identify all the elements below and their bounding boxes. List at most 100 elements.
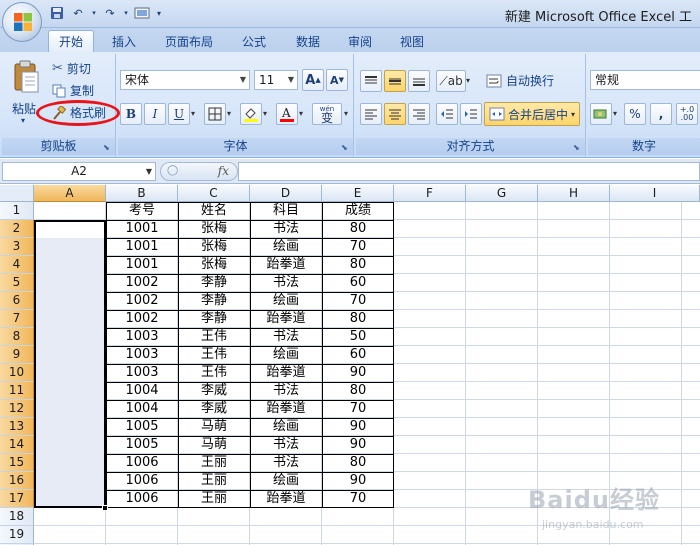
row-header-4[interactable]: 4 <box>0 256 34 274</box>
cell-b4[interactable]: 1001 <box>106 256 178 274</box>
cell-d3[interactable]: 绘画 <box>250 238 322 256</box>
copy-button[interactable]: 复制 <box>52 82 94 99</box>
phonetic-dropdown-icon[interactable]: ▾ <box>344 109 348 118</box>
undo-icon[interactable]: ↶ <box>69 4 87 22</box>
align-right-button[interactable] <box>408 103 430 125</box>
cell-d2[interactable]: 书法 <box>250 220 322 238</box>
save-icon[interactable] <box>48 4 66 22</box>
row-header-11[interactable]: 11 <box>0 382 34 400</box>
column-header-c[interactable]: C <box>178 185 250 202</box>
row-header-7[interactable]: 7 <box>0 310 34 328</box>
insert-function-button[interactable]: fx <box>218 164 229 178</box>
cell-c15[interactable]: 王丽 <box>178 454 250 472</box>
cell-b10[interactable]: 1003 <box>106 364 178 382</box>
cell-c17[interactable]: 王丽 <box>178 490 250 508</box>
cell-d8[interactable]: 书法 <box>250 328 322 346</box>
underline-dropdown-icon[interactable]: ▾ <box>191 109 195 118</box>
row-header-8[interactable]: 8 <box>0 328 34 346</box>
cell-d1[interactable]: 科目 <box>250 202 322 220</box>
office-button[interactable] <box>2 2 42 42</box>
merge-center-button[interactable]: 合并后居中 ▾ <box>484 102 581 126</box>
percent-style-button[interactable]: % <box>624 103 646 125</box>
row-header-9[interactable]: 9 <box>0 346 34 364</box>
grow-font-button[interactable]: A ▲ <box>302 69 324 91</box>
cell-d14[interactable]: 书法 <box>250 436 322 454</box>
resize-handle-icon[interactable]: ◯ <box>167 165 178 176</box>
name-box[interactable]: A2 ▼ <box>2 162 156 181</box>
cell-b17[interactable]: 1006 <box>106 490 178 508</box>
undo-dropdown-icon[interactable]: ▾ <box>90 4 98 22</box>
fill-color-button[interactable] <box>240 103 262 125</box>
cell-b11[interactable]: 1004 <box>106 382 178 400</box>
increase-decimal-button[interactable]: +.0 .00 <box>676 103 698 125</box>
column-header-f[interactable]: F <box>394 185 466 202</box>
column-header-g[interactable]: G <box>466 185 538 202</box>
alignment-launcher-icon[interactable]: ⬊ <box>573 143 582 152</box>
shrink-font-button[interactable]: A ▼ <box>326 69 348 91</box>
cell-c1[interactable]: 姓名 <box>178 202 250 220</box>
row-header-15[interactable]: 15 <box>0 454 34 472</box>
tab-formulas[interactable]: 公式 <box>234 30 274 52</box>
cell-b6[interactable]: 1002 <box>106 292 178 310</box>
redo-icon[interactable]: ↷ <box>101 4 119 22</box>
cell-d6[interactable]: 绘画 <box>250 292 322 310</box>
active-cell[interactable] <box>36 222 104 238</box>
align-middle-button[interactable] <box>384 70 406 92</box>
cell-e8[interactable]: 50 <box>322 328 394 346</box>
tab-page-layout[interactable]: 页面布局 <box>158 30 220 52</box>
cell-b5[interactable]: 1002 <box>106 274 178 292</box>
cell-c3[interactable]: 张梅 <box>178 238 250 256</box>
cell-c13[interactable]: 马萌 <box>178 418 250 436</box>
cell-b8[interactable]: 1003 <box>106 328 178 346</box>
borders-button[interactable] <box>204 103 226 125</box>
tab-home[interactable]: 开始 <box>48 30 94 52</box>
align-bottom-button[interactable] <box>408 70 430 92</box>
cell-b13[interactable]: 1005 <box>106 418 178 436</box>
cell-d9[interactable]: 绘画 <box>250 346 322 364</box>
cell-d13[interactable]: 绘画 <box>250 418 322 436</box>
row-header-17[interactable]: 17 <box>0 490 34 508</box>
paste-button[interactable]: 粘贴 ▾ <box>10 58 40 128</box>
row-header-16[interactable]: 16 <box>0 472 34 490</box>
align-center-button[interactable] <box>384 103 406 125</box>
cell-d15[interactable]: 书法 <box>250 454 322 472</box>
cell-e5[interactable]: 60 <box>322 274 394 292</box>
font-launcher-icon[interactable]: ⬊ <box>341 143 350 152</box>
align-top-button[interactable] <box>360 70 382 92</box>
cell-e6[interactable]: 70 <box>322 292 394 310</box>
comma-style-button[interactable]: , <box>650 103 672 125</box>
row-header-2[interactable]: 2 <box>0 220 34 238</box>
cell-e17[interactable]: 70 <box>322 490 394 508</box>
column-header-i[interactable]: I <box>610 185 700 202</box>
number-format-select[interactable]: 常规 <box>590 70 700 90</box>
cell-c4[interactable]: 张梅 <box>178 256 250 274</box>
cell-b7[interactable]: 1002 <box>106 310 178 328</box>
bold-button[interactable]: B <box>120 103 142 125</box>
tab-data[interactable]: 数据 <box>288 30 328 52</box>
select-all-corner[interactable] <box>0 185 34 202</box>
cell-e9[interactable]: 60 <box>322 346 394 364</box>
fill-color-dropdown-icon[interactable]: ▾ <box>263 109 267 118</box>
cell-c2[interactable]: 张梅 <box>178 220 250 238</box>
cell-c6[interactable]: 李静 <box>178 292 250 310</box>
cell-d10[interactable]: 跆拳道 <box>250 364 322 382</box>
redo-dropdown-icon[interactable]: ▾ <box>122 4 130 22</box>
row-header-12[interactable]: 12 <box>0 400 34 418</box>
decrease-indent-button[interactable] <box>436 103 458 125</box>
accounting-format-button[interactable] <box>590 103 612 125</box>
column-header-e[interactable]: E <box>322 185 394 202</box>
tab-insert[interactable]: 插入 <box>104 30 144 52</box>
orientation-dropdown-icon[interactable]: ▾ <box>466 76 470 85</box>
row-header-5[interactable]: 5 <box>0 274 34 292</box>
cell-b1[interactable]: 考号 <box>106 202 178 220</box>
cell-d16[interactable]: 绘画 <box>250 472 322 490</box>
increase-indent-button[interactable] <box>460 103 482 125</box>
cell-e16[interactable]: 90 <box>322 472 394 490</box>
cell-b9[interactable]: 1003 <box>106 346 178 364</box>
cell-e4[interactable]: 80 <box>322 256 394 274</box>
row-header-10[interactable]: 10 <box>0 364 34 382</box>
cell-c7[interactable]: 李静 <box>178 310 250 328</box>
clipboard-launcher-icon[interactable]: ⬊ <box>103 143 112 152</box>
cell-d17[interactable]: 跆拳道 <box>250 490 322 508</box>
row-header-1[interactable]: 1 <box>0 202 34 220</box>
